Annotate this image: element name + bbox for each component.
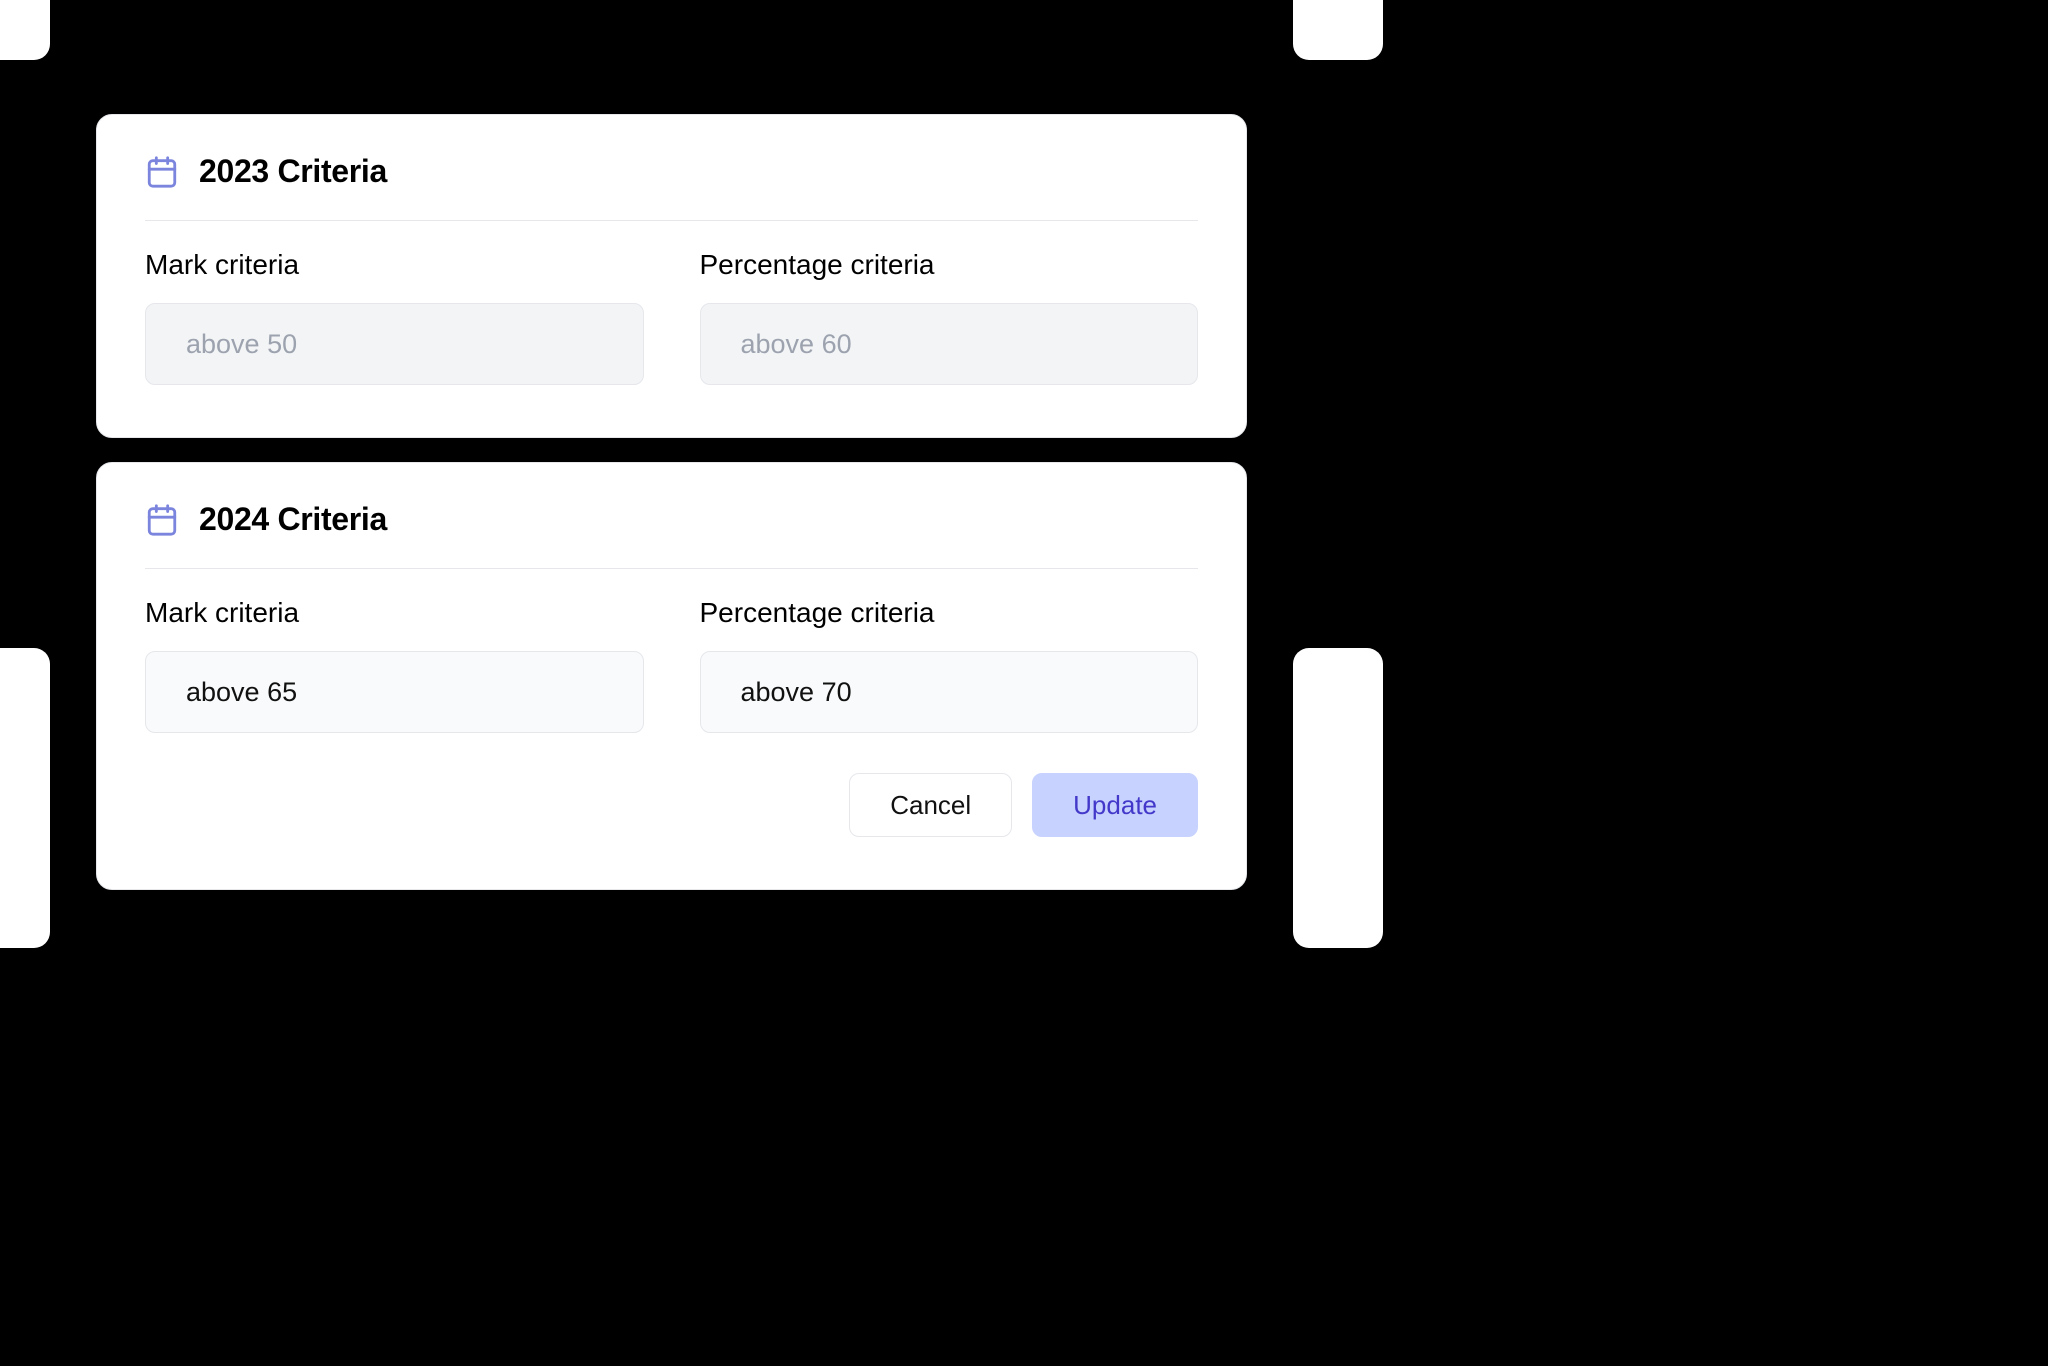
calendar-icon bbox=[145, 155, 179, 189]
side-panel-fragment bbox=[1293, 648, 1383, 948]
side-panel-fragment bbox=[0, 648, 50, 948]
fields-row: Mark criteria Percentage criteria bbox=[145, 597, 1198, 733]
card-header: 2024 Criteria bbox=[145, 501, 1198, 569]
mark-criteria-input bbox=[145, 303, 644, 385]
field-label: Percentage criteria bbox=[700, 249, 1199, 281]
update-button[interactable]: Update bbox=[1032, 773, 1198, 837]
cancel-button[interactable]: Cancel bbox=[849, 773, 1012, 837]
percentage-criteria-input[interactable] bbox=[700, 651, 1199, 733]
fields-row: Mark criteria Percentage criteria bbox=[145, 249, 1198, 385]
field-label: Mark criteria bbox=[145, 249, 644, 281]
criteria-list: 2023 Criteria Mark criteria Percentage c… bbox=[96, 0, 1247, 895]
field-mark-criteria: Mark criteria bbox=[145, 597, 644, 733]
field-percentage-criteria: Percentage criteria bbox=[700, 249, 1199, 385]
side-panel-fragment bbox=[0, 0, 50, 60]
mark-criteria-input[interactable] bbox=[145, 651, 644, 733]
field-label: Percentage criteria bbox=[700, 597, 1199, 629]
field-label: Mark criteria bbox=[145, 597, 644, 629]
criteria-card-2024: 2024 Criteria Mark criteria Percentage c… bbox=[96, 462, 1247, 890]
button-row: Cancel Update bbox=[145, 773, 1198, 837]
calendar-icon bbox=[145, 503, 179, 537]
field-percentage-criteria: Percentage criteria bbox=[700, 597, 1199, 733]
criteria-card-2023: 2023 Criteria Mark criteria Percentage c… bbox=[96, 114, 1247, 438]
percentage-criteria-input bbox=[700, 303, 1199, 385]
field-mark-criteria: Mark criteria bbox=[145, 249, 644, 385]
card-title: 2023 Criteria bbox=[199, 153, 387, 190]
card-header: 2023 Criteria bbox=[145, 153, 1198, 221]
card-title: 2024 Criteria bbox=[199, 501, 387, 538]
side-panel-fragment bbox=[1293, 0, 1383, 60]
